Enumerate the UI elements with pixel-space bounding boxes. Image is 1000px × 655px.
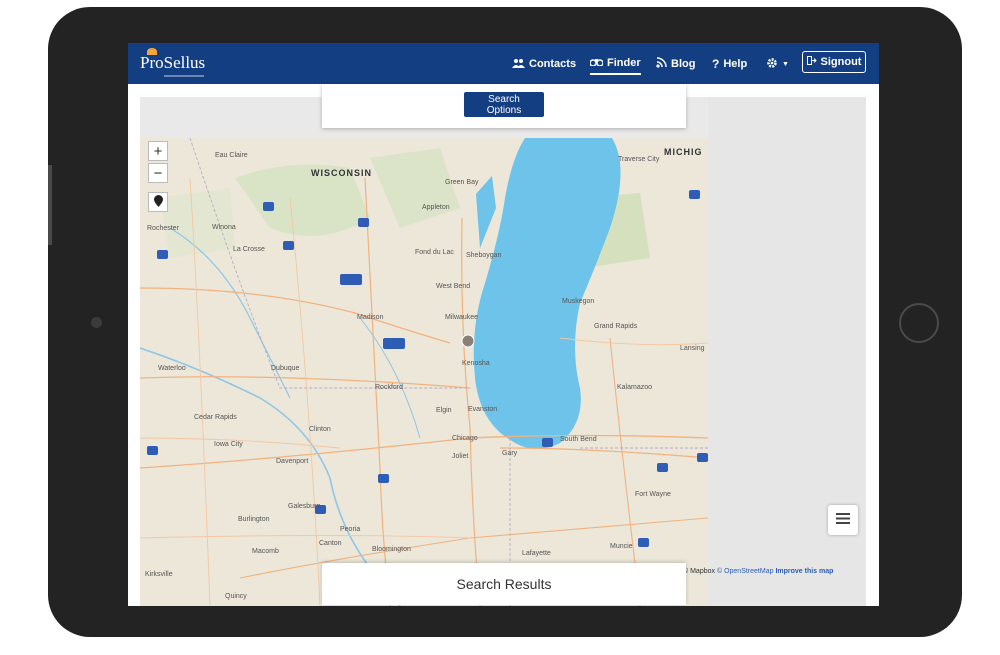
map-city-label: South Bend: [560, 436, 597, 443]
osm-credit[interactable]: © OpenStreetMap: [717, 568, 774, 575]
search-results-title: Search Results: [456, 576, 552, 592]
map-city-label: Peoria: [340, 526, 361, 533]
map-city-label: Davenport: [276, 458, 309, 465]
map-view[interactable]: WISCONSIN MICHIG Eau Claire Green Bay Tr…: [140, 138, 708, 606]
map-city-label: Bloomington: [372, 546, 411, 553]
search-options-button[interactable]: Search Options: [464, 92, 544, 117]
map-city-label: Evanston: [468, 406, 498, 413]
binoculars-icon: [589, 57, 604, 69]
list-icon: [836, 511, 850, 529]
nav-contacts[interactable]: Contacts: [512, 56, 576, 72]
app-screen: ProSellus Contacts Finder Blog ? Help ▼ …: [128, 43, 879, 606]
map-city-label: Clinton: [309, 426, 331, 433]
lake-michigan: [473, 138, 621, 450]
tablet-home-button[interactable]: [899, 303, 939, 343]
map-city-label: Burlington: [238, 516, 270, 523]
map-city-label: Eau Claire: [215, 152, 248, 159]
list-view-button[interactable]: [828, 505, 858, 535]
map-state-label: WISCONSIN: [311, 168, 373, 178]
nav-help-label: Help: [723, 58, 748, 70]
location-marker[interactable]: [461, 334, 475, 348]
map-city-label: Joliet: [452, 453, 469, 460]
nav-contacts-label: Contacts: [529, 58, 577, 70]
nav-blog[interactable]: Blog: [656, 56, 695, 72]
map-city-label: West Bend: [436, 283, 471, 290]
map-city-label: Canton: [319, 540, 342, 547]
contacts-icon: [512, 58, 525, 71]
map-city-label: Quincy: [225, 593, 247, 600]
signout-icon: [806, 56, 817, 68]
map-city-label: Madison: [357, 314, 384, 321]
map-city-label: Rockford: [375, 384, 404, 391]
map-city-label: Chicago: [452, 435, 478, 442]
map-city-label: Traverse City: [618, 156, 660, 163]
tablet-camera: [91, 317, 102, 328]
mapbox-credit[interactable]: © Mapbox: [683, 568, 715, 575]
map-city-label: Macomb: [252, 548, 279, 555]
signout-label: Signout: [820, 56, 862, 68]
map-city-label: Sheboygan: [466, 252, 502, 259]
nav-settings[interactable]: ▼: [766, 56, 789, 72]
map-city-label: Kalamazoo: [617, 384, 653, 391]
map-city-label: Waterloo: [158, 365, 186, 372]
nav-finder-label: Finder: [607, 57, 641, 69]
map-city-label: Lafayette: [522, 550, 551, 557]
improve-map-link[interactable]: Improve this map: [775, 568, 833, 575]
map-city-label: Kirksville: [145, 571, 173, 578]
map-city-label: Milwaukee: [445, 314, 479, 321]
map-city-label: Winona: [212, 224, 236, 231]
zoom-in-button[interactable]: +: [148, 141, 168, 161]
map-city-label: Rochester: [147, 225, 179, 232]
caret-down-icon: ▼: [782, 60, 789, 68]
map-city-label: Muskegon: [562, 298, 595, 305]
map-city-label: Fond du Lac: [415, 249, 454, 256]
map-city-label: Appleton: [422, 204, 450, 211]
map-city-label: Galesburg: [288, 503, 321, 510]
nav-help[interactable]: ? Help: [712, 56, 747, 72]
prosellus-logo[interactable]: ProSellus: [140, 53, 205, 73]
map-city-label: Dubuque: [271, 365, 300, 372]
signout-button[interactable]: Signout: [802, 51, 866, 73]
top-navbar: ProSellus Contacts Finder Blog ? Help ▼ …: [128, 43, 879, 84]
map-city-label: Fort Wayne: [635, 491, 671, 498]
nav-finder[interactable]: Finder: [589, 55, 641, 75]
map-city-label: Lansing: [680, 345, 705, 352]
map-state-label: MICHIG: [664, 147, 703, 157]
nav-blog-label: Blog: [671, 58, 696, 70]
map-pin-icon: [153, 194, 163, 211]
map-city-label: Green Bay: [445, 179, 479, 186]
zoom-out-button[interactable]: −: [148, 163, 168, 183]
map-city-label: Gary: [502, 450, 518, 457]
gear-icon: [766, 57, 778, 72]
search-results-panel[interactable]: Search Results: [322, 563, 686, 605]
map-city-label: Muncie: [610, 543, 633, 550]
map-city-label: Cedar Rapids: [194, 414, 237, 421]
geolocate-button[interactable]: [148, 192, 168, 212]
question-icon: ?: [712, 57, 720, 71]
map-city-label: Iowa City: [214, 441, 243, 448]
logo-tagline: [164, 75, 204, 77]
map-city-label: Kenosha: [462, 360, 490, 367]
tablet-side-button: [48, 165, 52, 245]
search-options-panel: Search Options: [322, 84, 686, 128]
map-city-label: Grand Rapids: [594, 323, 638, 330]
map-city-label: La Crosse: [233, 246, 265, 253]
rss-icon: [656, 57, 667, 71]
map-attribution: © Mapbox © OpenStreetMap Improve this ma…: [683, 568, 833, 575]
map-city-label: Elgin: [436, 407, 452, 414]
